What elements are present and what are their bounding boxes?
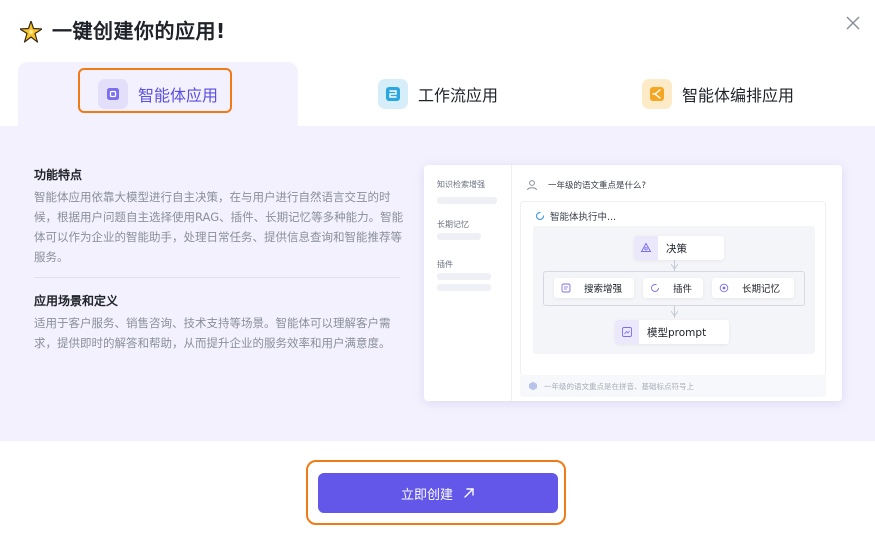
loading-spinner-icon <box>535 211 545 221</box>
flow-node-label: 插件 <box>673 284 693 295</box>
workflow-icon <box>378 79 408 109</box>
scenarios-title: 应用场景和定义 <box>34 294 119 308</box>
preview-answer-text: 一年级的语文重点是在拼音、基础标点符号上 <box>544 381 694 391</box>
flow-node-label: 决策 <box>666 242 687 255</box>
sparkle-star-icon <box>20 21 42 43</box>
preview-sidebar-item: 长期记忆 <box>437 220 469 229</box>
flow-parallel-group: 搜索增强 插件 长期记忆 <box>543 271 805 306</box>
placeholder-bar <box>437 284 491 291</box>
description-column: 功能特点 智能体应用依靠大模型进行自主决策，在与用户进行自然语言交互的时候，根据… <box>34 166 404 353</box>
dialog-title: 一键创建你的应用! <box>52 19 226 43</box>
arrow-up-right-icon <box>464 488 474 498</box>
preview-sidebar: 知识检索增强 长期记忆 插件 <box>424 165 512 401</box>
arrow-down-icon <box>671 264 678 270</box>
features-title: 功能特点 <box>34 168 83 182</box>
dialog-footer: 立即创建 <box>0 441 875 535</box>
placeholder-bar <box>437 233 481 240</box>
flow-node-plugin: 插件 <box>643 278 703 298</box>
user-icon <box>527 180 537 191</box>
dialog-header: 一键创建你的应用! <box>0 0 875 62</box>
plugin-icon <box>647 280 663 296</box>
features-text: 智能体应用依靠大模型进行自主决策，在与用户进行自然语言交互的时候，根据用户问题自… <box>34 190 404 264</box>
tab-label: 智能体编排应用 <box>682 86 795 105</box>
arrow-down-icon <box>671 311 678 317</box>
search-enhance-icon <box>558 280 574 296</box>
tab-workflow-app[interactable]: 工作流应用 <box>298 62 578 126</box>
model-prompt-icon <box>615 320 639 344</box>
preview-question-text: 一年级的语文重点是什么? <box>548 181 647 191</box>
preview-answer-bar: 一年级的语文重点是在拼音、基础标点符号上 <box>520 375 826 397</box>
agent-orchestration-icon <box>642 79 672 109</box>
agent-preview-illustration: 知识检索增强 长期记忆 插件 一年级的语文重点是什么? 智能体执行中... 决策… <box>424 165 842 401</box>
create-button-label: 立即创建 <box>400 487 453 503</box>
flow-node-label: 模型prompt <box>647 326 707 339</box>
section-divider <box>34 277 400 278</box>
preview-status: 智能体执行中... <box>535 209 616 223</box>
preview-status-text: 智能体执行中... <box>550 212 617 223</box>
flow-node-memory: 长期记忆 <box>712 278 794 298</box>
scenarios-text: 适用于客户服务、销售咨询、技术支持等场景。智能体可以理解客户需求，提供即时的解答… <box>34 316 391 350</box>
memory-icon <box>716 280 732 296</box>
flow-node-model-prompt: 模型prompt <box>615 320 729 344</box>
decision-icon <box>634 236 658 260</box>
preview-execution-card: 智能体执行中... 决策 搜索增强 插件 长期记忆 模型prompt <box>520 201 826 376</box>
preview-sidebar-item: 知识检索增强 <box>437 180 485 189</box>
close-icon[interactable] <box>843 13 863 33</box>
ai-logo-icon <box>529 381 537 391</box>
preview-flow-diagram: 决策 搜索增强 插件 长期记忆 模型prompt <box>533 226 815 354</box>
tab-agent-orchestration-app[interactable]: 智能体编排应用 <box>578 62 858 126</box>
placeholder-bar <box>437 197 497 204</box>
preview-question: 一年级的语文重点是什么? <box>526 175 646 195</box>
tab-label: 工作流应用 <box>418 86 499 105</box>
app-type-tabs: 智能体应用 工作流应用 智能体编排应用 <box>0 62 875 126</box>
flow-node-search: 搜索增强 <box>554 278 634 298</box>
flow-node-label: 搜索增强 <box>584 284 623 295</box>
preview-sidebar-item: 插件 <box>437 260 453 269</box>
active-tab-highlight <box>78 68 232 113</box>
create-now-button[interactable]: 立即创建 <box>318 473 558 513</box>
flow-node-decision: 决策 <box>634 236 724 260</box>
tab-content-panel: 功能特点 智能体应用依靠大模型进行自主决策，在与用户进行自然语言交互的时候，根据… <box>0 126 875 441</box>
flow-node-label: 长期记忆 <box>742 284 781 295</box>
placeholder-bar <box>437 273 491 280</box>
